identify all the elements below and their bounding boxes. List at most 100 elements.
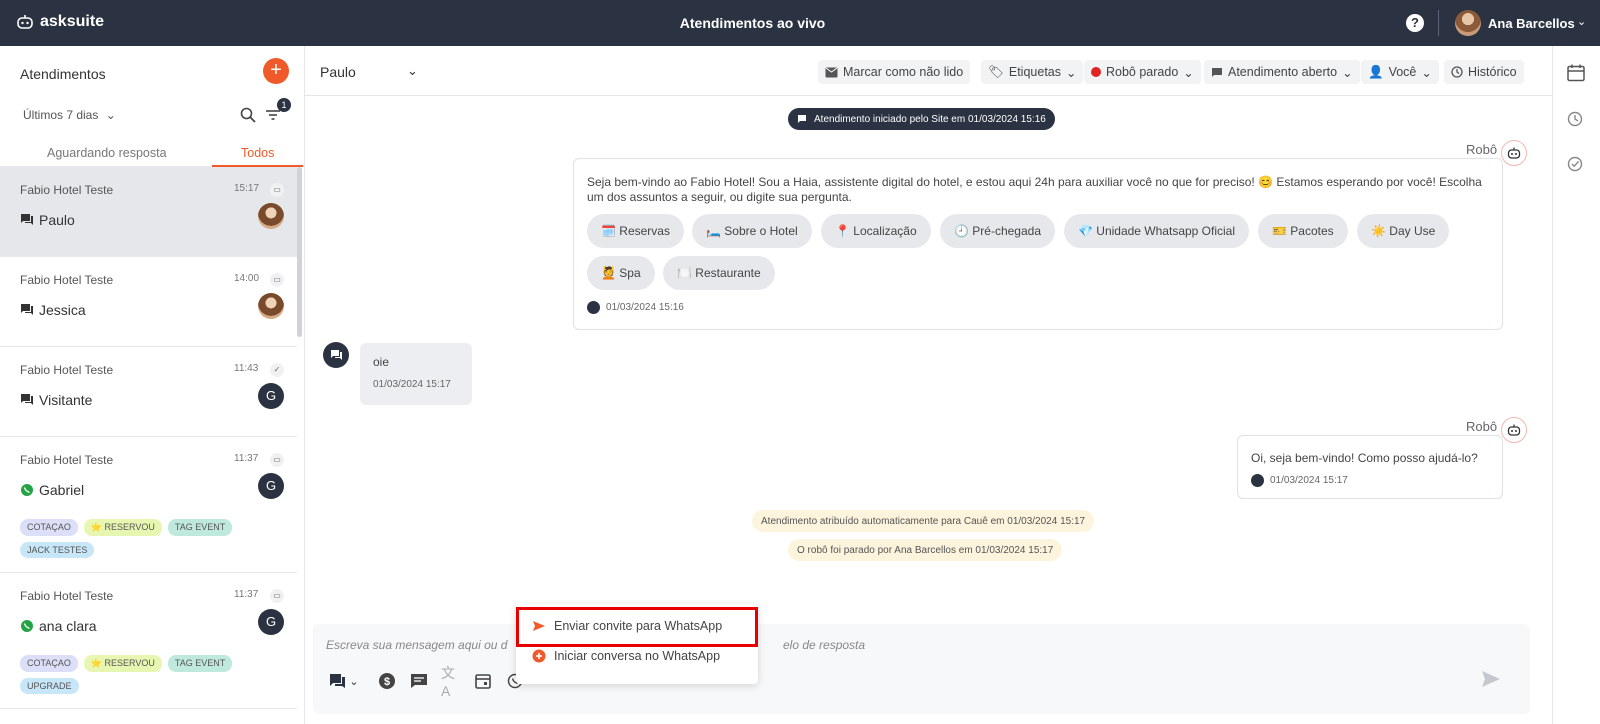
conversation-hotel: Fabio Hotel Teste	[20, 183, 114, 197]
plus-circle-icon	[532, 649, 546, 663]
message-composer[interactable]: Escreva sua mensagem aqui ou d elo de re…	[313, 624, 1530, 714]
menu-item-label: Iniciar conversa no WhatsApp	[554, 649, 721, 663]
calendar-icon[interactable]	[1567, 64, 1585, 82]
chevron-down-icon[interactable]: ⌄	[407, 63, 418, 79]
channel-select[interactable]: ⌄	[327, 671, 361, 691]
highlight-box	[516, 607, 758, 647]
chat-icon	[331, 350, 342, 360]
quick-reply-button[interactable]: 🍽️ Restaurante	[663, 256, 775, 290]
assignee-label: Você	[1388, 65, 1417, 79]
quick-reply-button[interactable]: 🛏️ Sobre o Hotel	[692, 214, 812, 248]
quick-reply-button[interactable]: 🕘 Pré-chegada	[940, 214, 1055, 248]
tags-label: Etiquetas	[1008, 65, 1061, 79]
conversation-item[interactable]: Fabio Hotel Teste 15:17 ▭ Paulo	[0, 167, 297, 257]
message-time: 01/03/2024 15:17	[373, 379, 451, 390]
translate-icon[interactable]: 文A	[441, 665, 461, 699]
tag-icon: 🏷	[988, 64, 1004, 79]
user-avatar[interactable]	[1455, 10, 1481, 36]
history-button[interactable]: Histórico	[1444, 60, 1524, 84]
contact-name[interactable]: Paulo	[320, 64, 356, 80]
agent-avatar	[258, 203, 284, 229]
conversation-time: 11:43	[234, 363, 259, 374]
dollar-icon[interactable]: $	[377, 671, 397, 691]
conversation-item[interactable]: Fabio Hotel Teste 11:37 ▭ ana clara G CO…	[0, 573, 297, 709]
period-select[interactable]: Últimos 7 dias ⌄	[23, 108, 116, 122]
whatsapp-icon	[21, 484, 33, 496]
chevron-down-icon: ⌄	[1066, 65, 1077, 80]
chat-bubble-icon: ▭	[270, 183, 284, 197]
quick-reply-button[interactable]: 🗓️ Reservas	[587, 214, 684, 248]
comment-icon[interactable]	[409, 671, 429, 691]
conversation-name: Visitante	[39, 392, 93, 408]
user-name[interactable]: Ana Barcellos	[1488, 16, 1575, 31]
conversation-time: 14:00	[234, 273, 260, 284]
tab-all[interactable]: Todos	[241, 146, 274, 160]
filter-count-badge: 1	[277, 98, 291, 112]
message-input-placeholder[interactable]: Escreva sua mensagem aqui ou d	[326, 638, 507, 652]
quick-reply-button[interactable]: 🎫 Pacotes	[1258, 214, 1348, 248]
conversation-start-notice: Atendimento iniciado pelo Site em 01/03/…	[788, 108, 1055, 130]
svg-text:$: $	[384, 676, 390, 688]
message-text: oie	[373, 355, 390, 369]
chat-icon	[21, 394, 33, 405]
robot-stopped-indicator	[1091, 67, 1101, 77]
period-label: Últimos 7 dias	[23, 108, 99, 122]
system-notice: Atendimento atribuído automaticamente pa…	[752, 510, 1095, 532]
visitor-message: oie 01/03/2024 15:17	[360, 343, 472, 405]
conversation-item[interactable]: Fabio Hotel Teste 14:00 ▭ Jessica	[0, 257, 297, 347]
history-icon	[1451, 66, 1463, 78]
robot-icon	[1507, 424, 1521, 436]
person-icon: 👤	[1368, 64, 1384, 79]
tag: ⭐ RESERVOU	[83, 519, 162, 536]
chat-bubble-icon	[1212, 67, 1222, 77]
sender-label: Robô	[1466, 142, 1498, 157]
right-toolbar	[1553, 46, 1600, 724]
sidebar-title: Atendimentos	[20, 66, 106, 82]
quick-reply-button[interactable]: 💆 Spa	[587, 256, 655, 290]
agent-avatar	[258, 293, 284, 319]
tab-awaiting-response[interactable]: Aguardando resposta	[47, 146, 167, 160]
add-conversation-button[interactable]: +	[263, 58, 289, 84]
conversation-item[interactable]: Fabio Hotel Teste 11:37 ▭ Gabriel G COTA…	[0, 437, 297, 573]
robot-status-dropdown[interactable]: Robô parado ⌄	[1084, 60, 1201, 84]
agent-avatar: G	[258, 383, 284, 409]
chevron-down-icon[interactable]: ⌄	[1577, 15, 1586, 28]
page-title: Atendimentos ao vivo	[679, 15, 826, 31]
tag: TAG EVENT	[167, 655, 233, 672]
chat-bubble-icon: ▭	[270, 589, 284, 603]
history-icon[interactable]	[1567, 111, 1583, 127]
chat-icon	[798, 114, 806, 123]
tag: COTAÇAO	[20, 519, 78, 536]
quick-reply-button[interactable]: ☀️ Day Use	[1357, 214, 1450, 248]
robot-avatar	[1501, 417, 1527, 443]
quick-reply-button[interactable]: 💎 Unidade Whatsapp Oficial	[1064, 214, 1250, 248]
start-whatsapp-conversation-item[interactable]: Iniciar conversa no WhatsApp	[532, 649, 720, 663]
check-icon: ✓	[270, 363, 284, 377]
conversation-name: Jessica	[39, 302, 86, 318]
chat-bubble-icon: ▭	[270, 273, 284, 287]
help-icon[interactable]: ?	[1406, 14, 1424, 32]
message-time: 01/03/2024 15:16	[606, 302, 684, 313]
history-label: Histórico	[1468, 65, 1517, 79]
mark-unread-button[interactable]: Marcar como não lido	[818, 60, 971, 84]
quick-reply-button[interactable]: 📍 Localização	[821, 214, 931, 248]
sidebar-scrollbar[interactable]	[297, 167, 302, 337]
calendar-icon[interactable]	[473, 671, 493, 691]
visitor-avatar	[323, 342, 349, 368]
search-icon[interactable]	[240, 107, 256, 123]
assignee-dropdown[interactable]: 👤 Você ⌄	[1361, 60, 1439, 84]
whatsapp-icon	[21, 620, 33, 632]
conversation-status-dropdown[interactable]: Atendimento aberto ⌄	[1204, 60, 1360, 84]
conversation-item[interactable]: Fabio Hotel Teste 11:43 ✓ Visitante G	[0, 347, 297, 437]
check-circle-icon[interactable]	[1567, 156, 1583, 172]
robot-message: Seja bem-vindo ao Fabio Hotel! Sou a Hai…	[573, 158, 1503, 330]
conversation-name: Gabriel	[39, 482, 85, 498]
conversation-start-text: Atendimento iniciado pelo Site em 01/03/…	[814, 113, 1046, 125]
chevron-down-icon: ⌄	[1421, 65, 1432, 80]
chat-panel: Paulo ⌄ Marcar como não lido 🏷 Etiquetas…	[305, 46, 1553, 724]
tag: COTAÇAO	[20, 655, 78, 672]
message-input-placeholder[interactable]: elo de resposta	[783, 638, 865, 652]
sender-label: Robô	[1466, 419, 1498, 434]
send-icon[interactable]	[1481, 670, 1501, 688]
tags-dropdown[interactable]: 🏷 Etiquetas ⌄	[981, 60, 1084, 84]
